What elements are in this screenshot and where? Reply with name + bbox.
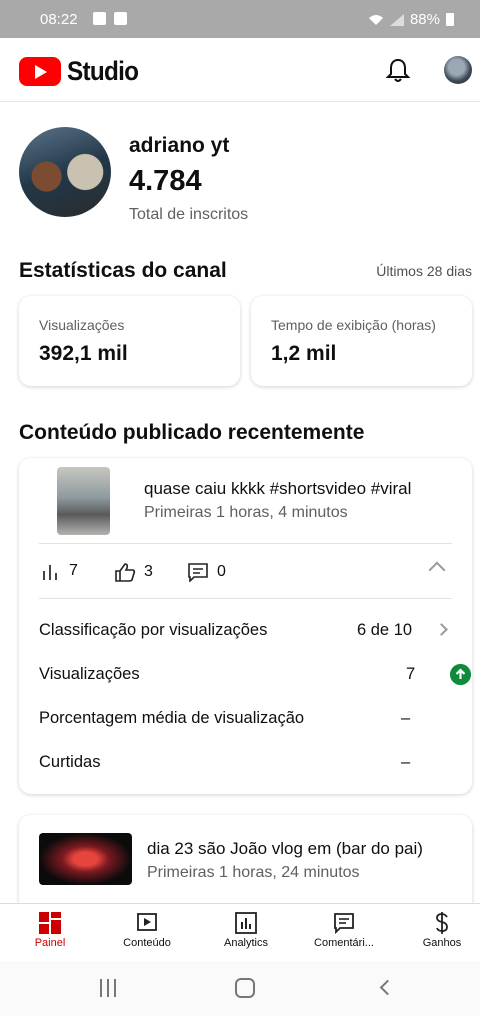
- stat-card-watch-time[interactable]: Tempo de exibição (horas) 1,2 mil: [251, 296, 472, 386]
- status-time: 08:22: [40, 11, 78, 28]
- logo-text: Studio: [67, 56, 139, 86]
- app-notification-icon: [114, 12, 127, 25]
- subscriber-label: Total de inscritos: [129, 206, 249, 223]
- views-count: 7: [69, 562, 78, 579]
- detail-label: Curtidas: [39, 753, 101, 771]
- back-icon[interactable]: [379, 979, 396, 996]
- recent-apps-icon[interactable]: [99, 979, 119, 997]
- status-right: 88%: [368, 11, 454, 28]
- comments-count: 0: [217, 563, 226, 580]
- analytics-icon: [235, 912, 257, 934]
- views-bar-chart-icon: [43, 565, 57, 580]
- channel-name: adriano yt: [129, 134, 230, 157]
- video-title[interactable]: quase caiu kkkk #shortsvideo #viral: [144, 479, 454, 499]
- youtube-studio-logo[interactable]: Studio: [19, 56, 146, 87]
- battery-percent: 88%: [409, 11, 440, 28]
- collapse-chevron-icon[interactable]: [428, 561, 446, 579]
- likes-metric: 3: [114, 562, 153, 582]
- account-avatar[interactable]: [444, 56, 472, 84]
- home-icon[interactable]: [235, 978, 255, 998]
- stat-label: Tempo de exibição (horas): [271, 317, 436, 333]
- detail-row-avg-view-percent: Porcentagem média de visualização –: [39, 704, 452, 734]
- stat-card-views[interactable]: Visualizações 392,1 mil: [19, 296, 240, 386]
- divider: [39, 543, 452, 544]
- nav-item-painel[interactable]: Painel: [2, 904, 98, 962]
- earnings-icon: [436, 912, 448, 934]
- video-card: quase caiu kkkk #shortsvideo #viral Prim…: [19, 458, 472, 794]
- stat-value: 392,1 mil: [39, 342, 128, 365]
- content-icon: [137, 913, 157, 931]
- comments-icon: [334, 913, 354, 935]
- detail-label: Porcentagem média de visualização: [39, 709, 305, 727]
- detail-value: 7: [406, 665, 416, 683]
- system-navigation-bar: [0, 961, 480, 1016]
- detail-label: Classificação por visualizações: [39, 621, 268, 639]
- channel-avatar[interactable]: [19, 127, 111, 217]
- likes-count: 3: [144, 563, 153, 580]
- recent-content-title: Conteúdo publicado recentemente: [19, 421, 365, 444]
- channel-stats-title: Estatísticas do canal: [19, 259, 227, 282]
- battery-icon: [446, 13, 454, 26]
- detail-row-ranking[interactable]: Classificação por visualizações 6 de 10: [39, 616, 452, 646]
- nav-label: Ganhos: [422, 937, 462, 949]
- detail-value: –: [401, 753, 411, 771]
- views-metric: 7: [41, 562, 78, 580]
- video-title[interactable]: dia 23 são João vlog em (bar do pai): [147, 839, 452, 859]
- chevron-right-icon: [435, 623, 448, 636]
- status-bar: 08:22 88%: [0, 0, 480, 38]
- stat-label: Visualizações: [39, 317, 125, 333]
- stats-period: Últimos 28 dias: [376, 263, 472, 279]
- video-subtitle: Primeiras 1 horas, 4 minutos: [144, 504, 348, 521]
- stat-value: 1,2 mil: [271, 342, 337, 365]
- trend-up-arrow-icon: [450, 664, 471, 685]
- signal-icon: [389, 13, 404, 26]
- nav-item-ganhos[interactable]: Ganhos: [394, 904, 480, 962]
- youtube-play-icon: [19, 57, 61, 86]
- detail-label: Visualizações: [39, 665, 140, 683]
- dashboard-icon: [39, 912, 61, 934]
- nav-label: Painel: [34, 937, 66, 949]
- nav-item-analytics[interactable]: Analytics: [198, 904, 294, 962]
- detail-row-views: Visualizações 7: [39, 660, 471, 690]
- video-subtitle: Primeiras 1 horas, 24 minutos: [147, 864, 360, 881]
- wifi-icon: [368, 14, 383, 25]
- nav-item-comentarios[interactable]: Comentári...: [296, 904, 392, 962]
- app-bar: Studio: [0, 38, 480, 102]
- gallery-notification-icon: [93, 12, 106, 25]
- detail-value: –: [401, 709, 411, 727]
- nav-label: Analytics: [223, 937, 269, 949]
- nav-label: Comentári...: [314, 937, 374, 949]
- divider: [39, 598, 452, 599]
- detail-row-likes: Curtidas –: [39, 748, 452, 778]
- nav-item-conteudo[interactable]: Conteúdo: [99, 904, 195, 962]
- thumbs-up-icon: [115, 563, 136, 582]
- notifications-bell-icon[interactable]: [384, 56, 412, 84]
- comment-icon: [188, 563, 208, 582]
- detail-value: 6 de 10: [357, 621, 413, 639]
- nav-label: Conteúdo: [123, 937, 171, 949]
- subscriber-count: 4.784: [129, 165, 202, 197]
- bottom-navigation: Painel Conteúdo Analytics Comentári... G…: [0, 903, 480, 961]
- comments-metric: 0: [187, 562, 226, 582]
- video-thumbnail[interactable]: [57, 467, 110, 535]
- video-thumbnail[interactable]: [39, 833, 132, 885]
